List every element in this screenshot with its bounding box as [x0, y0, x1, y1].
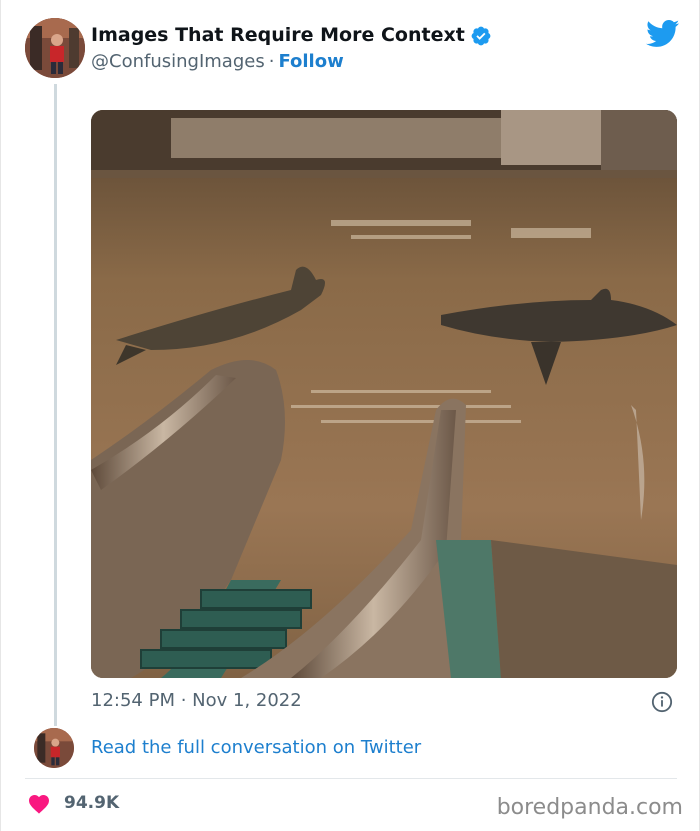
- verified-badge-icon: [471, 26, 491, 46]
- watermark: boredpanda.com: [496, 795, 683, 820]
- read-conversation-link[interactable]: Read the full conversation on Twitter: [91, 737, 421, 758]
- tweet-photo[interactable]: [91, 110, 677, 678]
- tweet-timestamp[interactable]: 12:54 PM · Nov 1, 2022: [91, 690, 302, 711]
- author-name[interactable]: Images That Require More Context: [91, 24, 465, 46]
- separator-dot: ·: [268, 51, 275, 72]
- small-author-avatar[interactable]: [34, 728, 74, 768]
- heart-icon[interactable]: [27, 792, 51, 814]
- info-icon[interactable]: [651, 691, 673, 713]
- follow-button[interactable]: Follow: [278, 51, 343, 72]
- twitter-bird-icon[interactable]: [646, 20, 680, 48]
- author-avatar[interactable]: [25, 18, 85, 78]
- handle-row: @ConfusingImages · Follow: [91, 51, 344, 72]
- author-handle[interactable]: @ConfusingImages: [91, 51, 265, 72]
- divider: [25, 778, 677, 779]
- thread-line: [54, 84, 57, 726]
- flooded-mall-image: [91, 110, 677, 678]
- tweet-card: Images That Require More Context @Confus…: [0, 0, 700, 831]
- like-count: 94.9K: [64, 793, 120, 813]
